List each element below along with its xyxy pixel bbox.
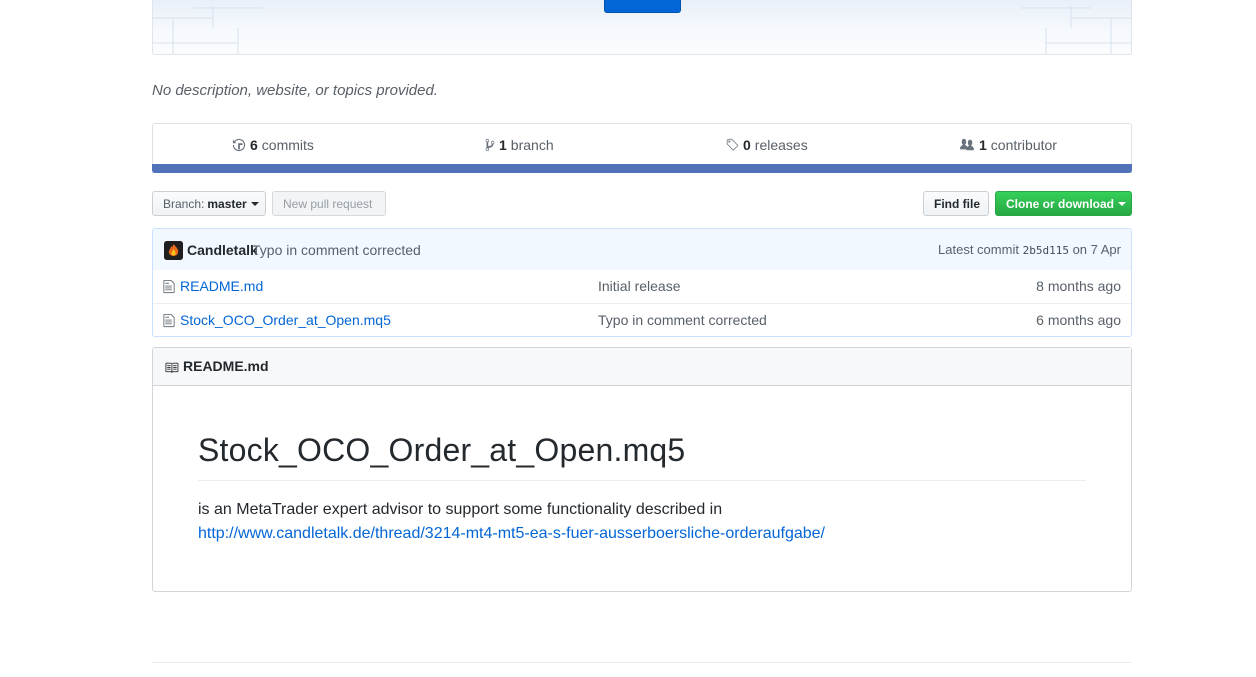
book-icon <box>165 362 179 373</box>
contributors-count: 1 <box>979 137 987 153</box>
banner-left-decoration <box>153 6 263 54</box>
releases-label: releases <box>754 137 808 153</box>
commits-count: 6 <box>250 137 258 153</box>
readme-box: README.md Stock_OCO_Order_at_Open.mq5 is… <box>152 347 1132 592</box>
file-icon <box>163 279 175 294</box>
file-icon <box>163 313 175 328</box>
releases-link[interactable]: 0 releases <box>725 137 808 153</box>
contributors-link[interactable]: 1 contributor <box>959 137 1057 153</box>
branches-link[interactable]: 1 branch <box>485 137 554 153</box>
tag-icon <box>726 138 739 151</box>
dropdown-caret-icon <box>1118 201 1126 206</box>
history-icon <box>232 138 246 152</box>
language-bar[interactable] <box>152 164 1132 173</box>
latest-commit-info: Latest commit 2b5d115 on 7 Apr <box>938 242 1121 257</box>
footer-divider <box>152 662 1132 663</box>
readme-heading: Stock_OCO_Order_at_Open.mq5 <box>198 432 1086 481</box>
banner-right-decoration <box>1021 6 1131 54</box>
flame-icon <box>164 241 183 260</box>
table-row: Stock_OCO_Order_at_Open.mq5 Typo in comm… <box>153 303 1131 336</box>
file-commit-message-link[interactable]: Typo in comment corrected <box>598 312 767 328</box>
readme-external-link[interactable]: http://www.candletalk.de/thread/3214-mt4… <box>198 525 825 543</box>
new-pull-request-button[interactable]: New pull request <box>272 191 386 216</box>
latest-commit-label: Latest commit <box>938 242 1019 257</box>
file-name-link[interactable]: Stock_OCO_Order_at_Open.mq5 <box>180 312 391 328</box>
file-age: 6 months ago <box>1036 312 1121 328</box>
dropdown-caret-icon <box>250 201 259 206</box>
commit-message-link[interactable]: Typo in comment corrected <box>252 242 421 258</box>
file-name-link[interactable]: README.md <box>180 278 263 294</box>
repo-description: No description, website, or topics provi… <box>152 82 438 99</box>
releases-count: 0 <box>743 137 751 153</box>
clone-or-download-button[interactable]: Clone or download <box>995 191 1132 216</box>
readme-filename: README.md <box>183 358 269 374</box>
people-icon <box>960 138 974 151</box>
file-commit-message-link[interactable]: Initial release <box>598 278 681 294</box>
commits-label: commits <box>261 137 314 153</box>
commit-tease: Candletalk Typo in comment corrected Lat… <box>153 229 1131 271</box>
commits-link[interactable]: 6 commits <box>232 137 314 153</box>
branch-select-button[interactable]: Branch: master <box>152 191 266 216</box>
readme-paragraph: is an MetaTrader expert advisor to suppo… <box>198 501 723 518</box>
contributors-label: contributor <box>990 137 1057 153</box>
commit-sha-link[interactable]: 2b5d115 <box>1023 244 1069 257</box>
file-age: 8 months ago <box>1036 278 1121 294</box>
branches-label: branch <box>510 137 554 153</box>
readme-header: README.md <box>153 348 1131 386</box>
commit-date: on 7 Apr <box>1072 242 1121 257</box>
commit-author-link[interactable]: Candletalk <box>187 242 258 258</box>
branches-count: 1 <box>499 137 507 153</box>
signup-button[interactable] <box>604 0 681 13</box>
branch-name: master <box>207 196 247 211</box>
branch-prefix: Branch: <box>163 196 205 211</box>
table-row: README.md Initial release 8 months ago <box>153 270 1131 303</box>
avatar[interactable] <box>164 241 183 260</box>
find-file-button[interactable]: Find file <box>923 191 989 216</box>
file-list: Candletalk Typo in comment corrected Lat… <box>152 228 1132 337</box>
clone-label: Clone or download <box>1006 196 1114 211</box>
branch-icon <box>485 138 495 152</box>
